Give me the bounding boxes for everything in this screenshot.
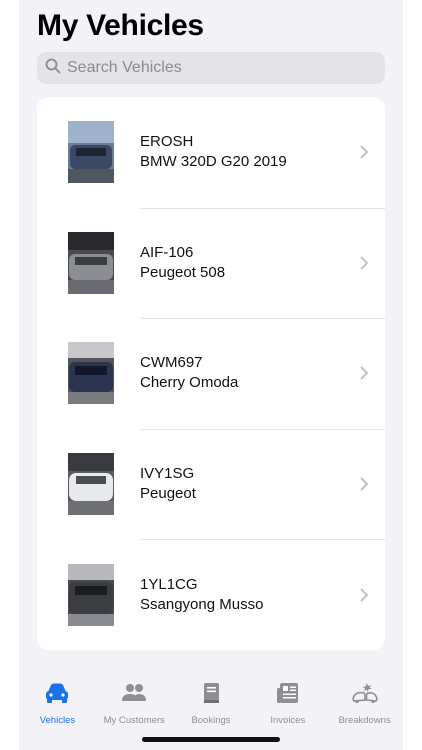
chevron-right-icon: [360, 145, 369, 159]
vehicle-plate: AIF-106: [140, 243, 194, 261]
vehicle-row[interactable]: 1YL1CG Ssangyong Musso: [37, 539, 385, 650]
tab-label: Vehicles: [39, 715, 76, 726]
tab-label: Bookings: [191, 715, 231, 726]
vehicle-row[interactable]: CWM697 Cherry Omoda: [37, 318, 385, 429]
search-bar[interactable]: Search Vehicles: [37, 52, 385, 84]
vehicle-photo: [68, 231, 114, 294]
vehicle-plate: 1YL1CG: [140, 575, 198, 593]
vehicle-model: Peugeot: [140, 485, 196, 503]
vehicle-list: EROSH BMW 320D G20 2019 AIF-106 Peugeot: [37, 97, 385, 650]
vehicle-row[interactable]: AIF-106 Peugeot 508: [37, 207, 385, 319]
newspaper-icon: [274, 668, 302, 711]
vehicles-screen: My Vehicles Search Vehicles EROSH BMW 32…: [19, 0, 403, 750]
vehicle-plate: IVY1SG: [140, 465, 195, 483]
search-input[interactable]: Search Vehicles: [67, 59, 182, 77]
tab-breakdowns[interactable]: Breakdowns: [326, 668, 403, 750]
home-indicator: [142, 737, 280, 742]
car-icon: [43, 668, 71, 711]
tab-vehicles[interactable]: Vehicles: [19, 668, 96, 750]
search-icon: [45, 58, 61, 79]
chevron-right-icon: [360, 477, 369, 491]
chevron-right-icon: [360, 588, 369, 602]
people-icon: [120, 668, 148, 711]
vehicle-model: Peugeot 508: [140, 263, 226, 281]
chevron-right-icon: [360, 256, 369, 270]
vehicle-photo: [68, 563, 114, 626]
vehicle-model: Cherry Omoda: [140, 374, 239, 392]
chevron-right-icon: [360, 366, 369, 380]
vehicle-model: BMW 320D G20 2019: [140, 153, 287, 171]
tab-label: My Customers: [103, 715, 165, 726]
vehicle-photo: [68, 342, 114, 405]
page-title: My Vehicles: [37, 9, 204, 42]
book-icon: [197, 668, 225, 711]
vehicle-row[interactable]: EROSH BMW 320D G20 2019: [37, 97, 385, 208]
vehicle-plate: CWM697: [140, 354, 203, 372]
vehicle-photo: [68, 453, 114, 516]
tab-label: Invoices: [270, 715, 306, 726]
vehicle-plate: EROSH: [140, 133, 194, 151]
vehicle-model: Ssangyong Musso: [140, 595, 264, 613]
tab-label: Breakdowns: [338, 715, 391, 726]
vehicle-row[interactable]: IVY1SG Peugeot: [37, 428, 385, 540]
vehicle-photo: [68, 121, 114, 184]
car-crash-icon: [351, 668, 379, 711]
